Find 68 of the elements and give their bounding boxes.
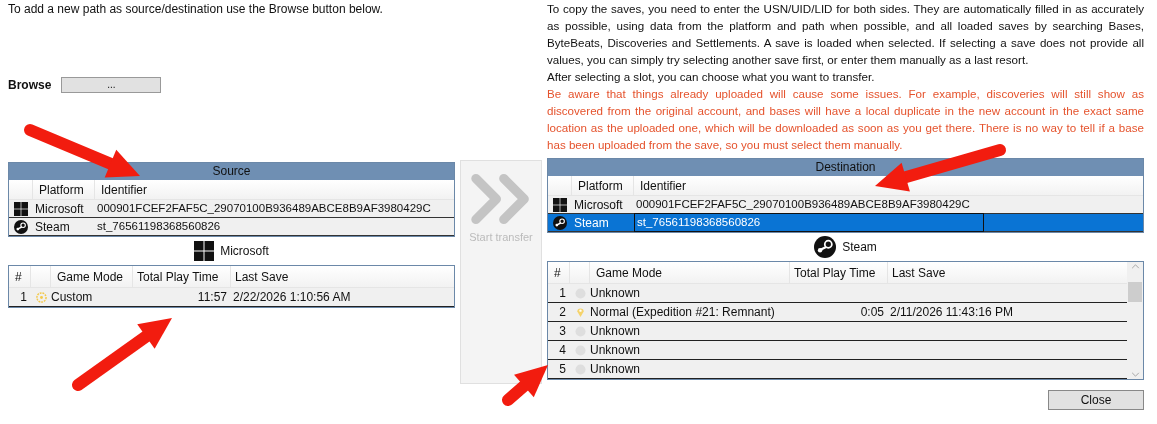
save-row[interactable]: 3 Unknown xyxy=(548,322,1127,341)
column-header: Platform xyxy=(572,175,634,196)
warning-paragraph: Be aware that things already uploaded will cause some issues. For example, discoveries will still show as discovered from the original account, and bases will have a local duplicate in the new account in the exact same location as the uploaded one, which will be downloaded as soon as you get there. There is no way to tell if a base has been uploaded from the save, so you must select them manually. xyxy=(547,86,1144,153)
steam-icon xyxy=(14,219,28,234)
column-header: Total Play Time xyxy=(790,261,888,284)
game-mode-cell-text: Unknown xyxy=(590,323,642,340)
game-mode-cell-text: Unknown xyxy=(590,342,642,359)
column-header: # xyxy=(548,261,570,284)
column-header: Total Play Time xyxy=(133,265,231,288)
platform-cell-text: Microsoft xyxy=(573,196,624,214)
column-header: Last Save xyxy=(234,268,289,286)
help-paragraph: To copy the saves, you need to enter the USN/UID/LID for both sides. They are automatically filled in as accurately as possible, using data from the platform and path when possible, and all loaded saves by searching Bases, ByteBeats, Discoveries and Settlements. A save is loaded when selected. If selecting a save does not provide all values, you can simply try selecting another save first, or enter them manually as a last resort. xyxy=(547,1,1144,68)
windows-icon xyxy=(553,197,567,212)
identifier-cell-text: 000901FCEF2FAF5C_29070100B936489ABCE8B9AF3980429C xyxy=(96,200,431,216)
save-row[interactable]: 4 Unknown xyxy=(548,341,1127,360)
identifier-cell: st_76561198368560826 xyxy=(634,212,984,233)
game-mode-cell-text: Unknown xyxy=(590,361,642,378)
platform-row[interactable]: Microsoft 000901FCEF2FAF5C_29070100B936489ABCE8B9AF3980429C xyxy=(548,196,1143,214)
last-save-cell-text: 2/11/2026 11:43:16 PM xyxy=(889,304,1013,321)
last-save-cell-text: 2/22/2026 1:10:56 AM xyxy=(232,289,351,306)
game-mode-cell-text: Unknown xyxy=(590,285,642,302)
scroll-up-icon[interactable] xyxy=(1130,264,1140,269)
help-paragraph: After selecting a slot, you can choose what you want to transfer. xyxy=(547,69,876,85)
table-title: Destination xyxy=(548,159,1143,176)
save-row[interactable]: 1 Custom 11:57 2/22/2026 1:10:56 AM xyxy=(9,288,454,307)
gear-icon xyxy=(35,291,47,303)
platform-row[interactable]: Microsoft 000901FCEF2FAF5C_29070100B936489ABCE8B9AF3980429C xyxy=(9,200,454,218)
platform-label: Steam xyxy=(842,239,877,256)
platform-cell-text: Steam xyxy=(573,214,610,232)
column-header: Identifier xyxy=(639,177,687,195)
scroll-thumb[interactable] xyxy=(1128,281,1142,302)
identifier-cell-text: 000901FCEF2FAF5C_29070100B936489ABCE8B9AF3980429C xyxy=(635,196,970,212)
browse-button[interactable]: ... xyxy=(61,77,162,93)
play-time-cell: 0:05 xyxy=(860,305,884,319)
scrollbar[interactable] xyxy=(1127,262,1143,379)
game-mode-cell-text: Normal (Expedition #21: Remnant) xyxy=(590,304,776,321)
windows-icon xyxy=(194,241,215,261)
platform-row[interactable]: Steam st_76561198368560826 xyxy=(9,218,454,236)
save-row[interactable]: 2 Normal (Expedition #21: Remnant) 0:05 2/11/2026 11:43:16 PM xyxy=(548,303,1127,322)
platform-cell-text: Steam xyxy=(34,218,71,236)
column-header: # xyxy=(9,265,31,288)
play-time-cell: 11:57 xyxy=(197,290,227,304)
steam-icon xyxy=(553,215,567,230)
column-header: Game Mode xyxy=(590,261,790,284)
row-number: 4 xyxy=(558,342,567,359)
pin-icon xyxy=(574,306,586,318)
identifier-cell-text: st_76561198368560826 xyxy=(96,218,221,234)
platform-label: Microsoft xyxy=(220,243,269,260)
row-number: 1 xyxy=(558,285,567,302)
steam-icon xyxy=(814,236,837,258)
platform-row[interactable]: Steam st_76561198368560826 xyxy=(548,214,1143,232)
column-header: Last Save xyxy=(891,264,946,282)
column-header: Game Mode xyxy=(51,265,133,288)
save-row[interactable]: 5 Unknown xyxy=(548,360,1127,379)
row-number: 5 xyxy=(558,361,567,378)
save-row[interactable]: 1 Unknown xyxy=(548,284,1127,303)
windows-icon xyxy=(14,201,28,216)
row-number: 1 xyxy=(19,289,28,306)
table-title: Source xyxy=(9,163,454,180)
column-header: Identifier xyxy=(100,181,148,199)
browse-label: Browse xyxy=(8,77,52,94)
row-number: 2 xyxy=(558,304,567,321)
close-button[interactable]: Close xyxy=(1048,390,1144,410)
scroll-down-icon[interactable] xyxy=(1130,372,1140,377)
platform-cell-text: Microsoft xyxy=(34,200,85,218)
row-number: 3 xyxy=(558,323,567,340)
game-mode-cell-text: Custom xyxy=(51,289,94,306)
instructions-text: To add a new path as source/destination use the Browse button below. xyxy=(8,1,384,17)
